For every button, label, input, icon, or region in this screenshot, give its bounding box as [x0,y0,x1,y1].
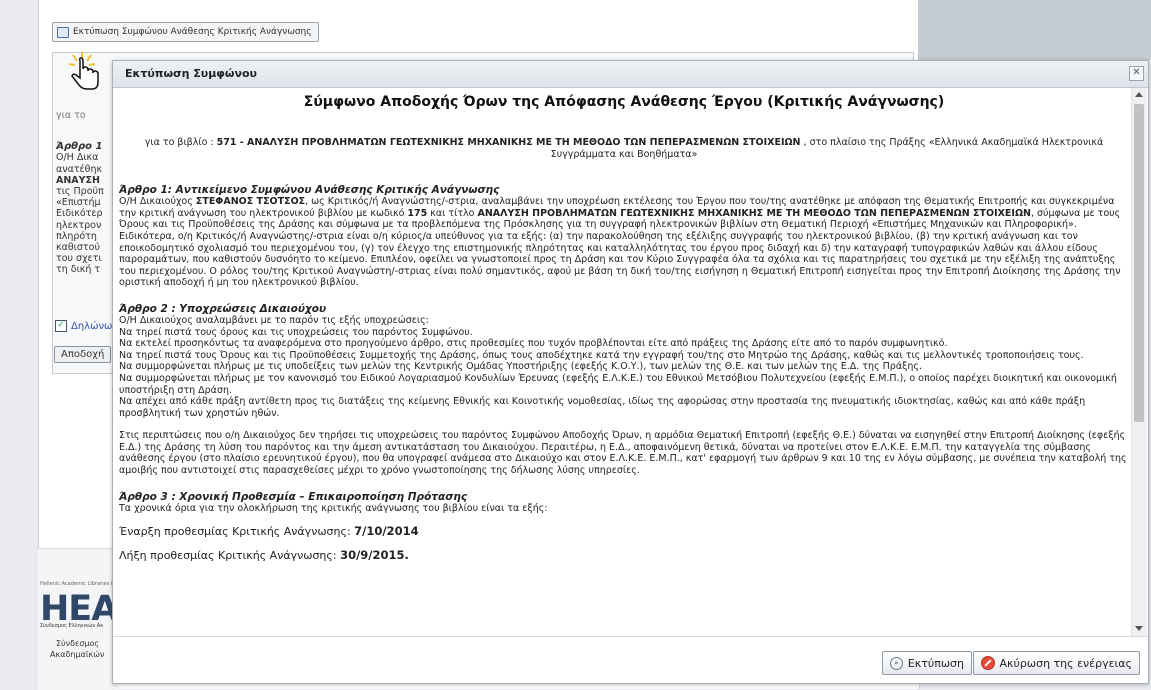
dialog-title: Εκτύπωση Συμφώνου [125,67,257,80]
obligation-line: Να συμμορφώνεται πλήρως με τον κανονισμό… [119,372,1117,396]
bg-text-line: καθιστού [56,242,100,254]
beneficiary-name: ΣΤΕΦΑΝΟΣ ΤΣΟΤΣΟΣ [195,196,306,208]
bg-text-line: πληρότη [56,230,97,242]
background-side-panel [918,0,1151,60]
accept-button[interactable]: Αποδοχή [54,346,112,363]
close-icon[interactable]: ✕ [1129,66,1144,81]
book-intro: για το βιβλίο : 571 - ΑΝΑΛΥΣΗ ΠΡΟΒΛΗΜΑΤΩ… [133,137,1115,160]
site-footer: Hellenic Academic Libraries Link HEAL Σύ… [38,548,140,690]
end-date: 30/9/2015. [340,548,409,563]
print-agreement-dialog: Εκτύπωση Συμφώνου ✕ Σύμφωνο Αποδοχής Όρω… [112,60,1149,684]
dialog-header: Εκτύπωση Συμφώνου ✕ [113,61,1148,88]
obligation-line: Να τηρεί πιστά τους όρους και τις υποχρε… [119,326,473,338]
dialog-body[interactable]: Σύμφωνο Αποδοχής Όρων της Απόφασης Ανάθε… [113,88,1148,637]
obligation-line: Να απέχει από κάθε πράξη αντίθετη προς τ… [119,396,1086,419]
checkbox-icon[interactable]: ✓ [55,320,67,332]
deadline-start: Έναρξη προθεσμίας Κριτικής Ανάγνωσης: 7/… [119,524,419,539]
article-1-paragraph-1: Ο/Η Δικαιούχος ΣΤΕΦΑΝΟΣ ΤΣΟΤΣΟΣ, ως Κριτ… [119,196,1121,231]
footer-line-2: Ακαδημαϊκών [50,650,105,659]
bg-text-line: ηλεκτρον [56,219,102,231]
pointer-hand-icon [68,52,99,90]
bg-text-line: τη δική τ [56,264,101,276]
bg-text-line: για το [56,110,86,121]
declaration-label: Δηλώνω [71,320,113,332]
print-button[interactable]: » Εκτύπωση [881,651,972,675]
document-heading: Σύμφωνο Αποδοχής Όρων της Απόφασης Ανάθε… [303,94,945,110]
cancel-button[interactable]: Ακύρωση της ενέργειας [972,651,1140,675]
obligation-line: Να εκτελεί προσηκόντως τα αναφερόμενα στ… [119,338,948,350]
article-2-title: Άρθρο 2 : Υποχρεώσεις Δικαιούχου [119,302,327,315]
print-agreement-label: Εκτύπωση Συμφώνου Ανάθεσης Κριτικής Ανάγ… [73,27,312,37]
scroll-up-icon[interactable] [1135,92,1143,97]
bg-text-line: «Επιστήμ [56,197,101,209]
bg-text-line: ΑΝΑΥΣΗ [56,174,100,186]
print-button-label: Εκτύπωση [907,656,964,670]
deadline-end: Λήξη προθεσμίας Κριτικής Ανάγνωσης: 30/9… [119,548,409,563]
declaration-checkbox-row[interactable]: ✓ Δηλώνω [55,320,112,332]
bg-text-line: Ειδικότερ [56,208,103,220]
printer-icon [57,26,69,38]
vertical-scrollbar[interactable] [1131,88,1147,637]
cancel-icon [980,656,995,670]
book-title-bold: ΑΝΑΛΥΣΗ ΠΡΟΒΛΗΜΑΤΩΝ ΓΕΩΤΕΧΝΙΚΗΣ ΜΗΧΑΝΙΚΗ… [477,207,1031,219]
obligation-line: Να τηρεί πιστά τους Όρους και τις Προϋπο… [119,349,1084,361]
article-2-closing: Στις περιπτώσεις που ο/η Δικαιούχος δεν … [119,430,1127,477]
intro-prefix: για το βιβλίο : [144,137,217,148]
article-1-title: Άρθρο 1: Αντικείμενο Συμφώνου Ανάθεσης Κ… [119,184,500,197]
start-date: 7/10/2014 [354,524,419,539]
obligation-line: Να συμμορφώνεται πλήρως με τις υποδείξει… [119,361,922,373]
bg-text-line: Ο/Η Δικα [56,152,99,164]
print-agreement-button[interactable]: Εκτύπωση Συμφώνου Ανάθεσης Κριτικής Ανάγ… [52,22,319,42]
print-button-icon: » [889,656,903,670]
bg-text-line: ανατέθηκ [56,163,103,175]
book-title: 571 - ΑΝΑΛΥΣΗ ΠΡΟΒΛΗΜΑΤΩΝ ΓΕΩΤΕΧΝΙΚΗΣ ΜΗ… [216,137,801,148]
bg-text-line: του σχετι [56,253,102,265]
footer-line-1: Σύνδεσμος [56,639,100,648]
scroll-thumb[interactable] [1134,104,1144,422]
scroll-down-icon[interactable] [1135,626,1143,631]
article-3-intro: Τα χρονικά όρια για την ολοκλήρωση της κ… [119,502,548,514]
book-code: 175 [407,207,428,219]
article-3-title: Άρθρο 3 : Χρονική Προθεσμία – Επικαιροπο… [119,490,468,503]
bg-text-line: Άρθρο 1 [56,141,103,153]
obligation-line: Ο/Η Δικαιούχος αναλαμβάνει με το παρόν τ… [119,314,429,326]
cancel-button-label: Ακύρωση της ενέργειας [999,656,1132,670]
agreement-document: Σύμφωνο Αποδοχής Όρων της Απόφασης Ανάθε… [119,88,1129,637]
footer-subtitle: Σύνδεσμος Ελληνικών Ακ [40,623,104,629]
dialog-footer: » Εκτύπωση Ακύρωση της ενέργειας [113,636,1148,683]
bg-text-line: τις Προϋπ [56,186,104,198]
footer-tagline: Hellenic Academic Libraries Link [40,581,122,587]
article-1-paragraph-2: Ειδικότερα, ο/η Κριτικός/ή Αναγνώστης/-σ… [119,230,1121,289]
